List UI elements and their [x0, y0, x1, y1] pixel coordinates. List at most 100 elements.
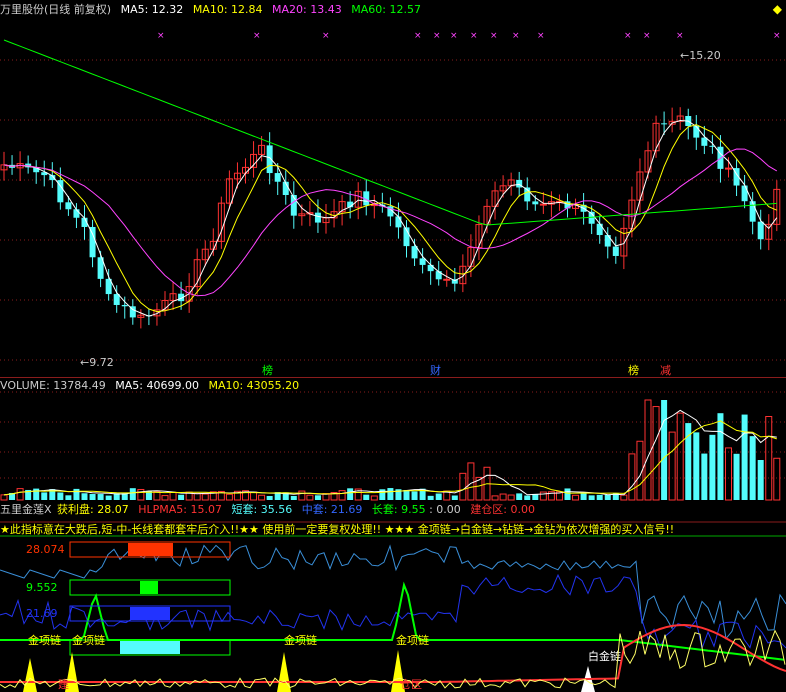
candle-body — [443, 278, 451, 281]
box-value: 9.552 — [26, 581, 58, 594]
high-price-label: ←15.20 — [680, 49, 721, 62]
volume-bar — [16, 488, 24, 501]
candle-body — [266, 145, 273, 174]
price-chart[interactable]: × × × × × × × × × × × × × × ←15.20 ←9.72 榜 财 榜 减 — [0, 0, 786, 378]
candle-body — [596, 223, 603, 236]
candle-body — [395, 216, 402, 228]
event-marker: 减 — [660, 364, 671, 377]
signal-mark: × — [450, 31, 458, 41]
volume-bar — [379, 489, 386, 500]
volume-bar — [411, 491, 418, 500]
chain-label: 金项链 — [396, 633, 429, 647]
volume-bar — [564, 488, 571, 500]
volume-bar — [347, 488, 354, 500]
low-price-label: ←9.72 — [80, 356, 114, 369]
candle-body — [121, 304, 128, 307]
candle-body — [65, 202, 72, 210]
volume-bar — [733, 453, 740, 500]
short-trap-line — [0, 543, 786, 640]
signal-mark: × — [157, 31, 165, 41]
volume-bar — [41, 492, 48, 500]
signal-mark: × — [414, 31, 422, 41]
signal-mark: × — [643, 31, 651, 41]
volume-bar — [338, 490, 346, 501]
candle-body — [314, 212, 321, 223]
vol-ma5-line — [3, 409, 777, 496]
volume-bar — [33, 488, 40, 500]
buy-signal-marker — [23, 658, 37, 692]
volume-bar — [652, 406, 660, 501]
volume-bar — [773, 457, 781, 501]
candle-body — [693, 126, 700, 138]
event-marker: 财 — [430, 363, 441, 377]
jiancang-zone-label: 建 — [58, 677, 69, 691]
volume-bar — [668, 431, 676, 501]
volume-bar — [765, 416, 773, 501]
chain-label: 金项链 — [72, 633, 105, 647]
indicator-chart[interactable]: 28.0749.55221.69金项链 金项链 金项链 金项链白金链建 仓区 — [0, 500, 786, 692]
volume-bar — [725, 447, 732, 501]
volume-bar — [741, 414, 748, 500]
jiancang-zone-label: 仓区 — [400, 677, 422, 691]
indicator-box-fill — [140, 581, 158, 594]
volume-bar — [169, 491, 177, 501]
volume-chart[interactable]: 年选股: 5.00成 — [0, 378, 786, 503]
chain-label: 金项链 — [28, 633, 61, 647]
volume-bar — [749, 436, 756, 500]
candle-body — [604, 235, 611, 247]
candle-body — [661, 123, 668, 125]
box-value: 21.69 — [26, 607, 58, 620]
candle-body — [89, 226, 96, 258]
volume-bar — [403, 489, 410, 500]
indicator-box-fill — [130, 607, 170, 620]
candle-body — [725, 167, 732, 170]
signal-mark: × — [322, 31, 330, 41]
volume-bar — [661, 400, 668, 500]
volume-bar — [459, 472, 467, 501]
volume-bar — [137, 488, 145, 501]
volume-bar — [693, 432, 700, 500]
volume-bar — [701, 453, 708, 500]
candle-body — [539, 203, 547, 206]
candle-body — [757, 221, 764, 240]
vol-ma10-line — [3, 420, 777, 496]
signal-mark: × — [433, 31, 441, 41]
volume-bar — [757, 459, 764, 500]
candle-body — [427, 264, 434, 272]
event-marker: 榜 — [628, 363, 639, 377]
signal-mark: × — [537, 31, 545, 41]
signal-mark: × — [253, 31, 261, 41]
signal-mark: × — [470, 31, 478, 41]
box-value: 28.074 — [26, 543, 65, 556]
volume-bar — [467, 462, 475, 501]
indicator-box-fill — [120, 641, 180, 654]
volume-bar — [709, 434, 716, 500]
candle-body — [749, 201, 756, 222]
volume-bar — [676, 412, 684, 501]
ma60-line — [3, 39, 777, 226]
volume-bar — [57, 492, 64, 500]
candle-body — [532, 201, 539, 205]
volume-bar — [387, 488, 394, 500]
volume-bar — [250, 491, 258, 501]
volume-bar — [298, 490, 306, 501]
signal-mark: × — [624, 31, 632, 41]
volume-bar — [628, 453, 636, 501]
candle-body — [741, 185, 748, 202]
signal-mark: × — [512, 31, 520, 41]
indicator-box-fill — [128, 543, 173, 556]
volume-bar — [580, 493, 587, 500]
volume-bar — [81, 493, 88, 500]
event-marker: 榜 — [262, 363, 273, 377]
volume-bar — [73, 488, 80, 500]
volume-bar — [129, 488, 136, 500]
candle-body — [274, 173, 281, 182]
chain-label: 白金链 — [588, 649, 621, 663]
signal-mark: × — [773, 31, 781, 41]
candle-body — [612, 246, 619, 256]
signal-mark: × — [490, 31, 498, 41]
volume-bar — [717, 413, 724, 500]
volume-bar — [539, 491, 547, 501]
chain-label: 金项链 — [284, 633, 317, 647]
candle-body — [73, 209, 80, 218]
